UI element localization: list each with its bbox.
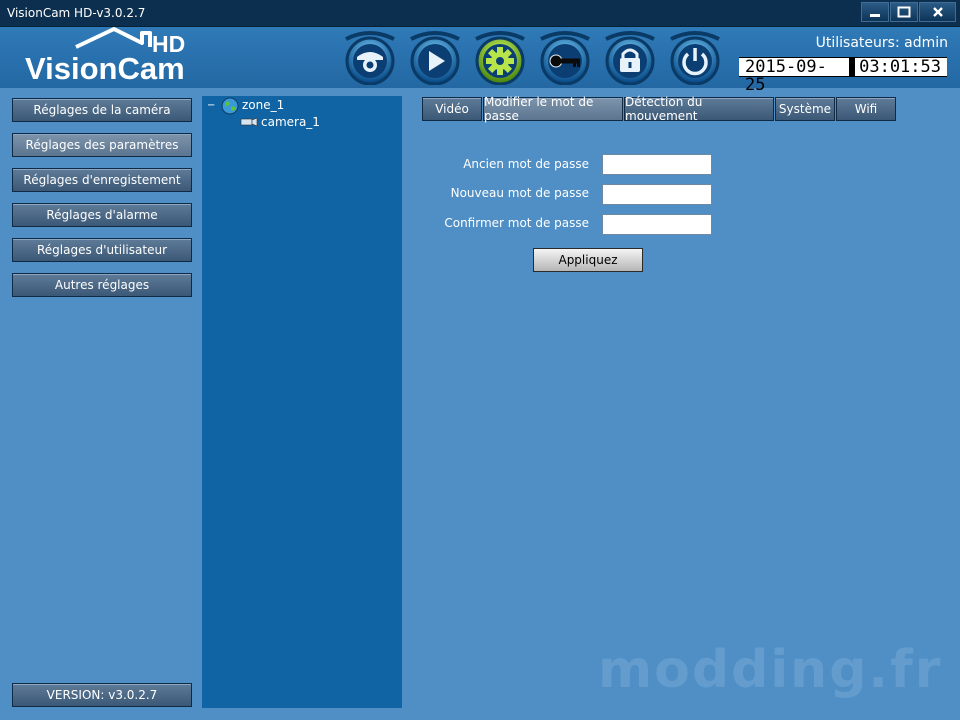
tab-video[interactable]: Vidéo (422, 97, 482, 121)
menu-user-settings[interactable]: Réglages d'utilisateur (12, 238, 192, 262)
menu-recording-settings[interactable]: Réglages d'enregistement (12, 168, 192, 192)
minimize-icon (870, 14, 880, 17)
camera-device-icon (240, 117, 258, 127)
device-tree: − zone_1 camera_1 (202, 96, 402, 708)
old-password-input[interactable] (602, 154, 712, 175)
tab-motion-detection[interactable]: Détection du mouvement (624, 95, 774, 123)
current-user-label: Utilisateurs: admin (815, 35, 948, 51)
menu-alarm-settings[interactable]: Réglages d'alarme (12, 203, 192, 227)
globe-icon (221, 97, 239, 115)
playback-nav-button[interactable] (407, 29, 463, 86)
new-password-label: Nouveau mot de passe (450, 186, 589, 200)
tab-change-password[interactable]: Modifier le mot de passe (483, 95, 623, 123)
key-icon (540, 31, 590, 86)
maximize-icon (897, 6, 911, 18)
live-view-nav-button[interactable] (342, 29, 398, 86)
watermark-text: modding.fr (598, 640, 943, 700)
close-icon (932, 7, 943, 17)
lock-icon (605, 31, 655, 86)
tab-system[interactable]: Système (775, 97, 835, 121)
menu-parameter-settings[interactable]: Réglages des paramètres (12, 133, 192, 157)
settings-gear-icon (475, 31, 525, 86)
access-key-nav-button[interactable] (537, 29, 593, 86)
maximize-button[interactable] (890, 2, 918, 22)
minimize-button[interactable] (861, 2, 889, 22)
tree-node-camera[interactable]: camera_1 (261, 115, 320, 129)
tree-collapse-toggle[interactable]: − (207, 101, 216, 111)
menu-other-settings[interactable]: Autres réglages (12, 273, 192, 297)
power-icon (670, 31, 720, 86)
new-password-input[interactable] (602, 184, 712, 205)
datetime-display: 2015-09-25 03:01:53 (739, 57, 947, 94)
play-icon (410, 31, 460, 86)
date-display: 2015-09-25 (739, 58, 850, 94)
exit-nav-button[interactable] (667, 29, 723, 86)
old-password-label: Ancien mot de passe (463, 157, 589, 171)
confirm-password-label: Confirmer mot de passe (444, 216, 589, 230)
camera-icon (345, 31, 395, 86)
settings-nav-button[interactable] (472, 29, 528, 86)
version-button[interactable]: VERSION: v3.0.2.7 (12, 683, 192, 707)
tree-node-zone[interactable]: zone_1 (242, 98, 284, 112)
time-display: 03:01:53 (855, 58, 947, 76)
application-window: VisionCam HD-v3.0.2.7 VisionCam HD Utili… (0, 0, 960, 720)
title-bar: VisionCam HD-v3.0.2.7 (0, 0, 960, 27)
apply-button[interactable]: Appliquez (533, 248, 643, 272)
close-button[interactable] (919, 2, 956, 22)
logo-hd-badge: HD (152, 31, 186, 57)
visioncam-logo: VisionCam HD (18, 27, 208, 86)
tab-wifi[interactable]: Wifi (836, 97, 896, 121)
confirm-password-input[interactable] (602, 214, 712, 235)
lock-nav-button[interactable] (602, 29, 658, 86)
window-title: VisionCam HD-v3.0.2.7 (7, 6, 146, 20)
menu-camera-settings[interactable]: Réglages de la caméra (12, 98, 192, 122)
header-bar: VisionCam HD Utilisateurs: admin 2015-09… (0, 27, 960, 94)
